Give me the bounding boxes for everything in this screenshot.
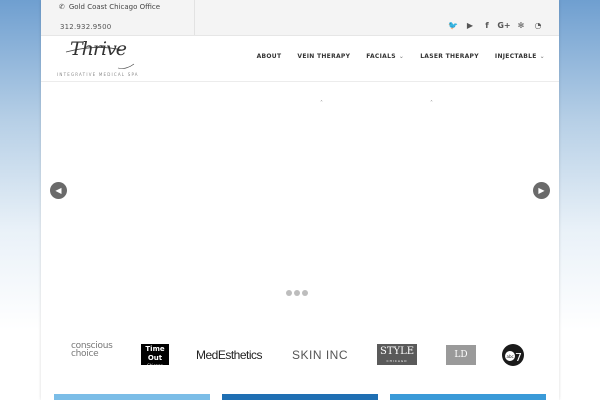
office-label: Gold Coast Chicago Office (68, 3, 161, 11)
slider-pagination (286, 290, 310, 296)
slider-next-button[interactable]: ▶ (533, 182, 550, 199)
slider-prev-button[interactable]: ◀ (50, 182, 67, 199)
svg-text:abc: abc (507, 354, 514, 359)
nav-item-about[interactable]: ABOUT (257, 53, 282, 60)
style-chicago-logo: STYLE CHICAGO (377, 344, 417, 365)
slider-dot[interactable] (294, 290, 300, 296)
feature-box-3[interactable] (390, 394, 546, 400)
page-container: ✆ Gold Coast Chicago Office 312.932.9500 … (41, 0, 559, 400)
contact-info: ✆ Gold Coast Chicago Office 312.932.9500 (41, 0, 195, 35)
nav-item-facials[interactable]: FACIALS ⌄ (366, 53, 404, 60)
logo-tagline: INTEGRATIVE MEDICAL SPA (57, 72, 139, 77)
logo-wordmark: Thrive (70, 38, 127, 60)
abc7-icon: abc 7 (502, 344, 524, 366)
phone-icon: ✆ (59, 3, 65, 11)
chevron-down-icon: ⌄ (539, 53, 545, 60)
slide-caret-icon: ˄ (430, 100, 433, 107)
twitter-icon[interactable]: 🐦 (445, 21, 461, 31)
conscious-choice-logo: conscious choice (71, 341, 113, 359)
slide-caret-icon: ˄ (320, 100, 323, 107)
nav-item-injectable[interactable]: INJECTABLE ⌄ (495, 53, 545, 60)
svg-text:7: 7 (515, 351, 522, 364)
top-bar: ✆ Gold Coast Chicago Office 312.932.9500 … (41, 0, 559, 36)
youtube-icon[interactable]: ▶ (462, 21, 478, 31)
slider-dot[interactable] (302, 290, 308, 296)
ld-logo: LD (446, 345, 476, 365)
rss-icon[interactable]: ◔ (530, 21, 546, 31)
skin-inc-logo: SKIN INC (292, 348, 349, 362)
office-location[interactable]: ✆ Gold Coast Chicago Office (59, 3, 160, 11)
nav-item-vein-therapy[interactable]: VEIN THERAPY (297, 53, 350, 60)
chevron-down-icon: ⌄ (398, 53, 405, 60)
slider-dot[interactable] (286, 290, 292, 296)
press-logos: conscious choice Time Out Chicago MedEst… (41, 330, 559, 380)
feature-box-2[interactable] (222, 394, 378, 400)
feature-box-1[interactable] (54, 394, 210, 400)
medesthetics-logo: MedEsthetics (196, 348, 263, 362)
nav-item-laser-therapy[interactable]: LASER THERAPY (420, 53, 479, 60)
social-links: 🐦 ▶ f G+ ✻ ◔ (444, 21, 546, 31)
site-logo[interactable]: Thrive INTEGRATIVE MEDICAL SPA (56, 38, 146, 78)
phone-number[interactable]: 312.932.9500 (60, 23, 111, 31)
site-header: Thrive INTEGRATIVE MEDICAL SPA ABOUT VEIN… (41, 36, 559, 82)
google-plus-icon[interactable]: G+ (496, 21, 512, 31)
facebook-icon[interactable]: f (479, 21, 495, 31)
timeout-chicago-logo: Time Out Chicago (141, 344, 169, 368)
abc7-logo: abc 7 (501, 343, 525, 367)
yelp-icon[interactable]: ✻ (513, 21, 529, 31)
hero-slider: ˄ ˄ ◀ ▶ (41, 82, 559, 312)
main-nav: ABOUT VEIN THERAPY FACIALS ⌄ LASER THERAPY IN… (241, 53, 545, 60)
